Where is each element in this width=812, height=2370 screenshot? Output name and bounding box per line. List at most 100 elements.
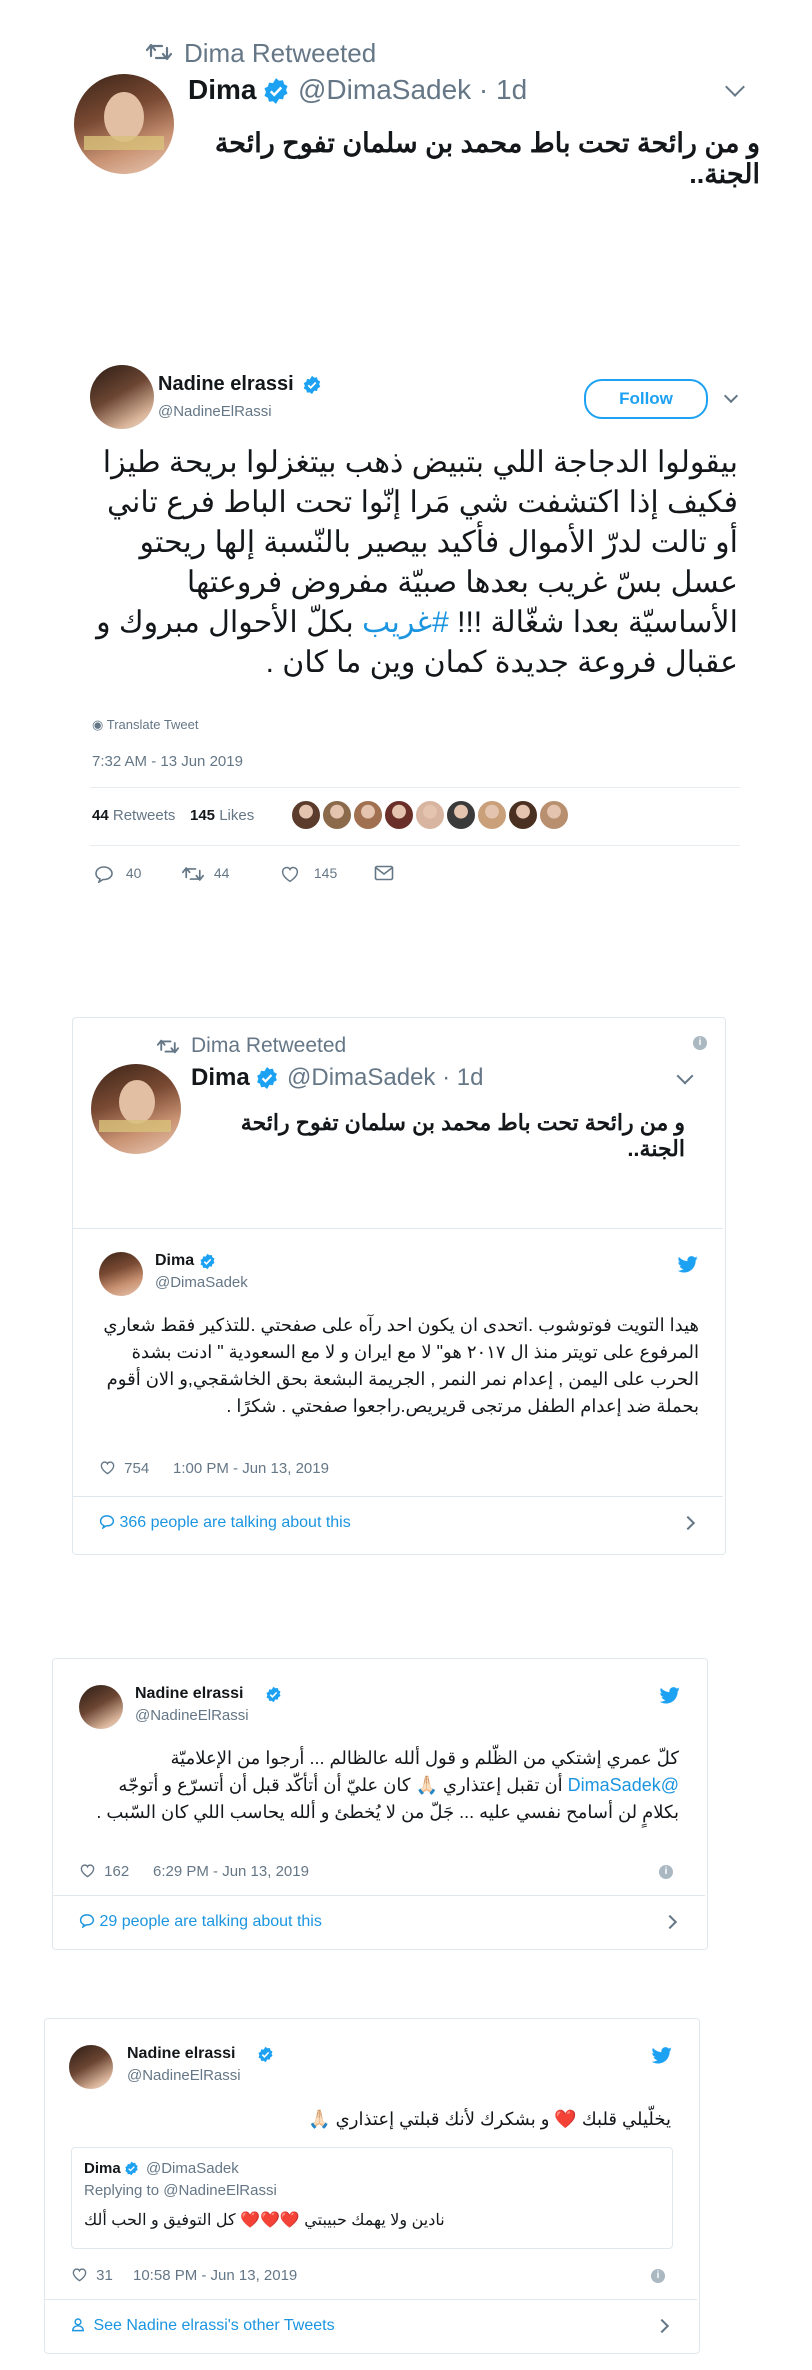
heart-icon (100, 1461, 115, 1475)
like-button[interactable]: 754 (99, 1460, 149, 1477)
quoted-tweet[interactable]: Dima @DimaSadek Replying to @NadineElRas… (71, 2147, 673, 2249)
conversation-label: 29 people are talking about this (99, 1913, 322, 1930)
retweet-icon (156, 1038, 180, 1055)
verified-icon (199, 1253, 216, 1270)
speech-bubble-icon (79, 1914, 95, 1929)
avatar[interactable] (74, 74, 174, 174)
chevron-right-icon[interactable] (662, 1914, 678, 1930)
retweeted-label: Dima Retweeted (184, 38, 377, 68)
twitter-bird-icon[interactable] (651, 2047, 673, 2070)
divider (90, 845, 740, 846)
divider (53, 1895, 705, 1896)
avatar[interactable] (90, 365, 154, 429)
info-icon[interactable]: i (659, 1865, 673, 1879)
author-handle-time[interactable]: @DimaSadek · 1d (298, 74, 527, 106)
author-name[interactable]: Nadine elrassi (127, 2045, 236, 2063)
tweet-text: و من رائحة تحت باط محمد بن سلمان تفوح را… (240, 1110, 685, 1161)
avatar[interactable] (91, 1064, 181, 1154)
twitter-bird-icon[interactable] (659, 1687, 681, 1710)
like-count: 145 (313, 865, 338, 881)
divider (45, 2299, 697, 2300)
retweet-button[interactable]: 44 (182, 865, 229, 883)
person-icon (72, 2318, 84, 2332)
conversation-link[interactable]: 29 people are talking about this (79, 1913, 322, 1931)
chevron-down-icon[interactable] (725, 77, 745, 97)
chevron-down-icon[interactable] (676, 1067, 694, 1085)
retweet-count: 44 (213, 865, 230, 881)
author-handle[interactable]: @NadineElRassi (127, 2067, 241, 2084)
retweets-label: Retweets (112, 807, 176, 824)
author-handle[interactable]: @NadineElRassi (135, 1707, 249, 1724)
chevron-down-icon[interactable] (723, 388, 739, 404)
reply-icon (95, 866, 113, 885)
liker-avatar[interactable] (414, 799, 446, 831)
avatar[interactable] (99, 1252, 143, 1296)
like-button[interactable]: 162 (79, 1863, 129, 1880)
reply-count: 40 (125, 865, 142, 881)
heart-icon (72, 2268, 87, 2282)
chevron-right-icon[interactable] (654, 2318, 670, 2334)
liker-avatar[interactable] (445, 799, 477, 831)
quoted-text: نادين ولا يهمك حبيبتي ❤️❤️❤️ كل التوفيق … (84, 2212, 445, 2229)
translate-label: Translate Tweet (106, 717, 199, 732)
retweet-icon (182, 867, 204, 882)
avatar[interactable] (79, 1685, 123, 1729)
tweet-text: بيقولوا الدجاجة اللي بتبيض ذهب بيتغزلوا … (88, 443, 738, 683)
hashtag-link[interactable]: #غريب (362, 606, 449, 639)
liker-avatar[interactable] (321, 799, 353, 831)
globe-icon: ◉ (92, 717, 104, 732)
like-button[interactable]: 145 (280, 865, 337, 883)
timestamp[interactable]: 10:58 PM - Jun 13, 2019 (133, 2267, 297, 2284)
author-handle[interactable]: @NadineElRassi (158, 403, 272, 420)
author-handle-time[interactable]: @DimaSadek · 1d (287, 1064, 483, 1092)
liker-avatar[interactable] (476, 799, 508, 831)
retweet-icon (145, 42, 173, 62)
author-name[interactable]: Dima (191, 1064, 250, 1092)
timestamp[interactable]: 7:32 AM - 13 Jun 2019 (92, 753, 243, 770)
mention-link[interactable]: @DimaSadek (568, 1775, 679, 1795)
liker-avatar[interactable] (538, 799, 570, 831)
like-count: 31 (96, 2267, 113, 2284)
conversation-label: 366 people are talking about this (119, 1514, 351, 1531)
likers-avatars[interactable] (290, 799, 590, 831)
liker-avatar[interactable] (290, 799, 322, 831)
verified-icon (262, 77, 290, 105)
retweets-number: 44 (92, 807, 109, 824)
timestamp[interactable]: 1:00 PM - Jun 13, 2019 (173, 1460, 329, 1477)
author-handle[interactable]: @DimaSadek (155, 1274, 248, 1291)
likes-label: Likes (219, 807, 255, 824)
author-name[interactable]: Nadine elrassi (158, 373, 294, 396)
author-name[interactable]: Dima (188, 74, 256, 106)
author-name[interactable]: Nadine elrassi (135, 1685, 244, 1703)
profile-link-label: See Nadine elrassi's other Tweets (93, 2317, 335, 2334)
retweets-count[interactable]: 44 Retweets (92, 807, 175, 824)
tweet-section-2: Nadine elrassi @NadineElRassi Follow بيق… (0, 355, 812, 895)
follow-button[interactable]: Follow (584, 379, 708, 419)
liker-avatar[interactable] (352, 799, 384, 831)
info-icon[interactable]: i (651, 2269, 665, 2283)
liker-avatar[interactable] (383, 799, 415, 831)
retweet-section-1: Dima Retweeted Dima @DimaSadek · 1d و من… (0, 0, 812, 200)
quoted-author-name: Dima (84, 2160, 121, 2177)
chevron-right-icon[interactable] (680, 1515, 696, 1531)
profile-link[interactable]: See Nadine elrassi's other Tweets (71, 2317, 335, 2335)
likes-count[interactable]: 145 Likes (190, 807, 254, 824)
quoted-author-handle: @DimaSadek (146, 2160, 239, 2177)
twitter-bird-icon[interactable] (677, 1256, 699, 1279)
message-button[interactable] (374, 865, 394, 886)
author-name[interactable]: Dima (155, 1252, 194, 1270)
like-count: 754 (124, 1460, 150, 1477)
reply-button[interactable]: 40 (94, 865, 142, 885)
envelope-icon (374, 865, 394, 881)
like-button[interactable]: 31 (71, 2267, 113, 2284)
timestamp[interactable]: 6:29 PM - Jun 13, 2019 (153, 1863, 309, 1880)
info-icon[interactable]: i (693, 1036, 707, 1050)
divider (73, 1496, 723, 1497)
verified-icon (124, 2161, 139, 2176)
embedded-tweet-nadine-1: Nadine elrassi @NadineElRassi كلّ عمري إ… (52, 1658, 708, 1950)
conversation-link[interactable]: 366 people are talking about this (99, 1514, 351, 1532)
avatar[interactable] (69, 2045, 113, 2089)
translate-tweet-link[interactable]: ◉ Translate Tweet (92, 717, 199, 733)
liker-avatar[interactable] (507, 799, 539, 831)
likes-number: 145 (190, 807, 216, 824)
